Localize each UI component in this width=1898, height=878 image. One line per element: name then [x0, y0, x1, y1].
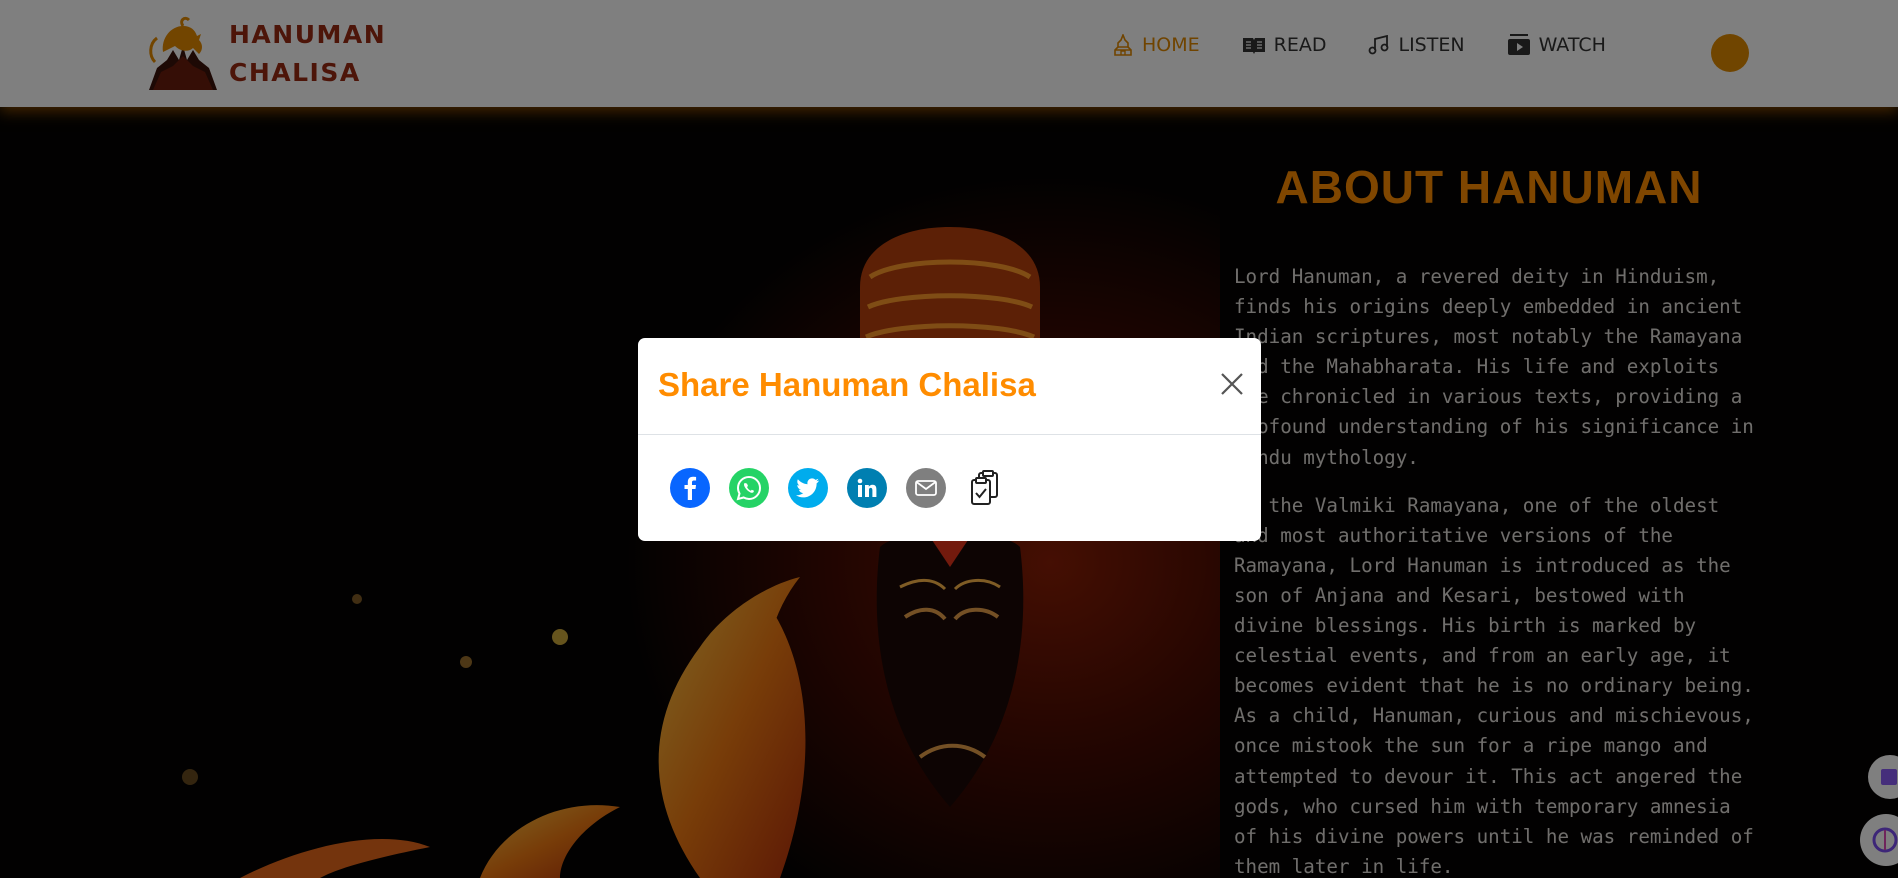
- share-facebook-button[interactable]: [670, 468, 710, 508]
- share-email-button[interactable]: [906, 468, 946, 508]
- twitter-icon: [796, 478, 819, 498]
- share-buttons: [670, 468, 1005, 508]
- whatsapp-icon: [736, 475, 762, 501]
- share-whatsapp-button[interactable]: [729, 468, 769, 508]
- copy-link-button[interactable]: [965, 468, 1005, 508]
- share-linkedin-button[interactable]: [847, 468, 887, 508]
- email-icon: [915, 480, 937, 496]
- modal-title: Share Hanuman Chalisa: [658, 366, 1036, 403]
- facebook-icon: [684, 476, 697, 500]
- share-twitter-button[interactable]: [788, 468, 828, 508]
- close-icon[interactable]: [1219, 371, 1245, 397]
- copy-link-icon: [971, 470, 998, 505]
- share-modal: Share Hanuman Chalisa: [638, 338, 1261, 541]
- linkedin-icon: [857, 478, 877, 497]
- modal-header: Share Hanuman Chalisa: [638, 338, 1261, 435]
